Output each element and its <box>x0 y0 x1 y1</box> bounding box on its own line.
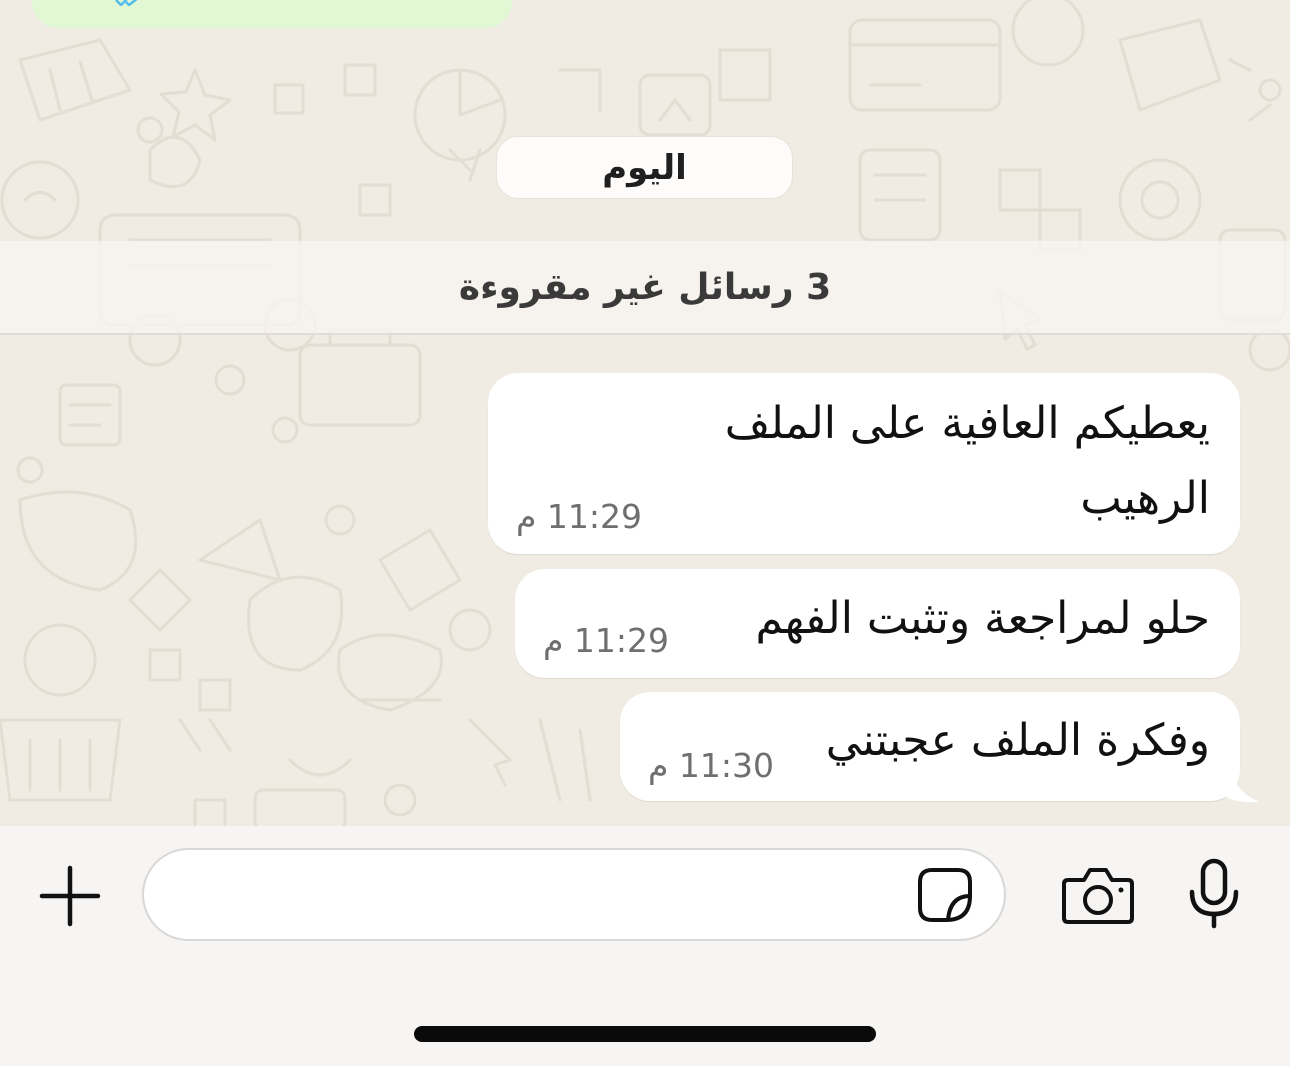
sticker-icon[interactable] <box>916 866 974 924</box>
plus-icon[interactable] <box>38 864 102 928</box>
date-separator: اليوم <box>496 136 793 199</box>
message-time: 11:29 م <box>516 497 643 536</box>
message-bubble[interactable]: وفكرة الملف عجبتني 11:30 م <box>620 692 1240 801</box>
unread-messages-banner: 3 رسائل غير مقروءة <box>0 241 1290 335</box>
message-time: 11:30 م <box>648 746 775 785</box>
message-bubble[interactable]: يعطيكم العافية على الملف الرهيب 11:29 م <box>488 373 1240 554</box>
microphone-icon[interactable] <box>1186 858 1242 930</box>
camera-icon[interactable] <box>1062 866 1134 924</box>
message-text-line: يعطيكم العافية على الملف <box>724 398 1210 449</box>
message-text-line: الرهيب <box>1080 473 1210 524</box>
message-time: 11:29 م <box>543 621 670 660</box>
home-indicator[interactable] <box>414 1026 876 1042</box>
message-bubble[interactable]: حلو لمراجعة وتثبت الفهم 11:29 م <box>515 569 1240 678</box>
message-input[interactable] <box>142 848 1006 941</box>
message-text-line: وفكرة الملف عجبتني <box>825 715 1210 766</box>
previous-outgoing-bubble[interactable] <box>32 0 512 28</box>
chat-area[interactable]: اليوم 3 رسائل غير مقروءة يعطيكم العافية … <box>0 0 1290 826</box>
message-text-line: حلو لمراجعة وتثبت الفهم <box>755 593 1210 644</box>
bubble-tail <box>1218 770 1260 803</box>
read-ticks-icon <box>115 0 138 6</box>
